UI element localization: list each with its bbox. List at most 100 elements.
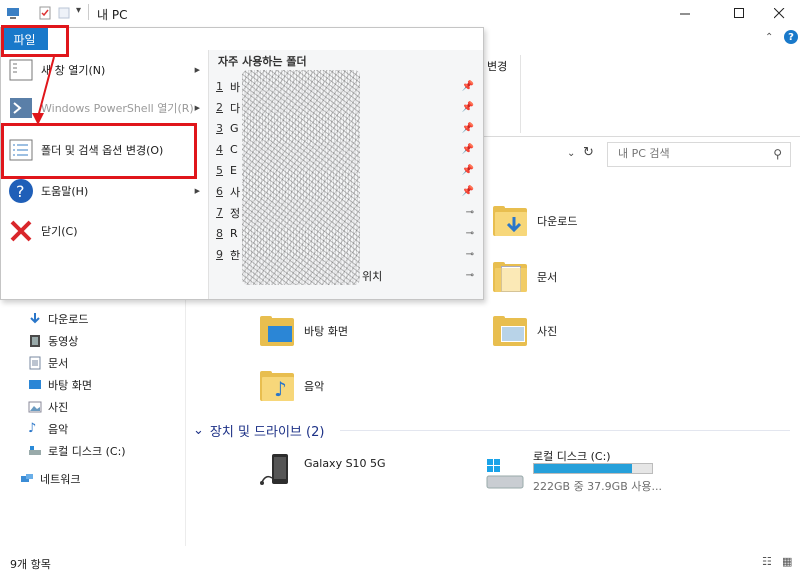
recent-label: 다 <box>230 101 241 115</box>
ribbon-separator <box>520 55 521 133</box>
minimize-button[interactable] <box>662 0 708 27</box>
status-bar: 9개 항목 ☷ ▦ <box>0 549 800 571</box>
unpinned-icon[interactable]: ⊸ <box>466 228 474 239</box>
nav-item-pictures[interactable]: 사진 <box>28 397 68 417</box>
close-x-icon <box>773 8 784 19</box>
nav-item-label: 사진 <box>48 401 69 414</box>
music-note-icon: ♪ <box>274 377 287 401</box>
document-icon <box>29 356 41 370</box>
video-icon <box>30 335 40 347</box>
recent-label: 한 <box>230 248 241 262</box>
drive-icon <box>29 446 41 455</box>
frequent-folders-title: 자주 사용하는 폴더 <box>218 55 307 68</box>
window-close-button[interactable] <box>756 0 800 27</box>
device-tile-local-disk[interactable] <box>485 456 525 493</box>
download-icon <box>30 313 40 324</box>
recent-number: 3 <box>216 122 223 135</box>
nav-item-label: 로컬 디스크 (C:) <box>48 445 126 458</box>
devices-section-header[interactable]: ⌄ 장치 및 드라이브 (2) <box>193 421 324 440</box>
folder-label: 음악 <box>304 380 325 393</box>
pinned-icon[interactable]: 📌 <box>462 123 474 134</box>
recent-label: 위치 <box>362 269 383 283</box>
folder-tile-pictures[interactable]: 사진 <box>493 316 557 346</box>
folder-tile-desktop[interactable]: 바탕 화면 <box>260 316 348 346</box>
window-title: 내 PC <box>97 8 128 22</box>
recent-label: C <box>230 143 238 156</box>
ribbon-body <box>483 51 800 137</box>
recent-number: 4 <box>216 143 223 156</box>
folder-icon <box>493 206 527 236</box>
pictures-icon <box>28 401 42 413</box>
details-view-icon[interactable]: ☷ <box>762 555 772 568</box>
nav-item-videos[interactable]: 동영상 <box>28 331 78 351</box>
phone-icon <box>260 454 288 485</box>
folder-tile-documents[interactable]: 문서 <box>493 262 557 292</box>
close-icon <box>8 218 34 244</box>
recent-number: 9 <box>216 248 223 261</box>
recent-label: E <box>230 164 237 177</box>
folder-label: 문서 <box>537 271 558 284</box>
qat-customize-icon[interactable]: ▾ <box>76 5 81 16</box>
folder-icon <box>260 316 294 346</box>
properties-icon[interactable] <box>38 6 52 20</box>
recent-number: 7 <box>216 206 223 219</box>
address-dropdown-icon[interactable]: ⌄ <box>567 148 575 159</box>
recent-label: 사 <box>230 185 241 199</box>
pinned-icon[interactable]: 📌 <box>462 186 474 197</box>
title-bar: ▾ 내 PC <box>0 0 800 27</box>
svg-text:?: ? <box>16 182 25 201</box>
recent-label: R <box>230 227 238 240</box>
desktop-icon <box>29 380 41 389</box>
annotation-arrow-icon <box>32 56 55 125</box>
drive-usage-bar <box>533 463 653 474</box>
folder-tile-downloads[interactable]: 다운로드 <box>493 206 577 236</box>
network-icon <box>21 474 33 482</box>
recent-label: G <box>230 122 239 135</box>
large-icons-view-icon[interactable]: ▦ <box>782 555 792 568</box>
ribbon-change-label[interactable]: 변경 <box>487 58 507 74</box>
recent-label: 바 <box>230 80 241 94</box>
folder-icon <box>493 262 527 292</box>
music-icon: ♪ <box>28 421 37 436</box>
explorer-window: ▾ 내 PC ⌃ ? 변경 ⌄ ↻ ⚲ 다운로드 동영상 문서 <box>0 0 800 571</box>
unpinned-icon[interactable]: ⊸ <box>466 270 474 281</box>
highlight-folder-options <box>1 123 197 179</box>
highlight-file-tab <box>1 25 69 57</box>
unpinned-icon[interactable]: ⊸ <box>466 207 474 218</box>
download-arrow-icon <box>506 217 522 233</box>
folder-label: 바탕 화면 <box>304 325 348 338</box>
pinned-icon[interactable]: 📌 <box>462 165 474 176</box>
submenu-arrow-icon: ▶ <box>194 66 200 74</box>
search-icon[interactable]: ⚲ <box>773 147 782 161</box>
chevron-down-icon: ⌄ <box>193 423 204 438</box>
help-circle-icon[interactable]: ? <box>784 30 798 44</box>
pinned-icon[interactable]: 📌 <box>462 102 474 113</box>
section-divider <box>340 430 790 431</box>
drive-detail: 222GB 중 37.9GB 사용... <box>533 480 662 493</box>
refresh-icon[interactable]: ↻ <box>583 145 594 160</box>
device-tile-phone[interactable]: Galaxy S10 5G <box>258 452 386 488</box>
pinned-icon[interactable]: 📌 <box>462 81 474 92</box>
computer-icon[interactable] <box>6 6 20 20</box>
search-input[interactable] <box>618 147 768 160</box>
nav-item-network[interactable]: 네트워크 <box>20 469 80 489</box>
nav-item-music[interactable]: ♪ 음악 <box>28 419 68 439</box>
folder-tile-music[interactable]: ♪ 음악 <box>260 371 324 401</box>
ribbon-collapse-icon[interactable]: ⌃ <box>765 32 773 43</box>
nav-item-downloads[interactable]: 다운로드 <box>28 309 88 329</box>
menu-item-label: Windows PowerShell 열기(R) <box>41 102 194 115</box>
folder-icon <box>493 316 527 346</box>
blurred-folder-names <box>242 70 360 285</box>
search-box[interactable]: ⚲ <box>607 142 791 167</box>
unpinned-icon[interactable]: ⊸ <box>466 249 474 260</box>
drive-usage-fill <box>534 464 632 473</box>
recent-number: 6 <box>216 185 223 198</box>
new-folder-icon[interactable] <box>57 6 71 20</box>
pinned-icon[interactable]: 📌 <box>462 144 474 155</box>
nav-item-desktop[interactable]: 바탕 화면 <box>28 375 92 395</box>
folder-label: 사진 <box>537 325 558 338</box>
drive-label: 로컬 디스크 (C:) <box>533 450 611 463</box>
menu-item-close[interactable]: 닫기(C) <box>1 212 208 250</box>
nav-item-local-disk[interactable]: 로컬 디스크 (C:) <box>28 441 126 461</box>
nav-item-documents[interactable]: 문서 <box>28 353 68 373</box>
